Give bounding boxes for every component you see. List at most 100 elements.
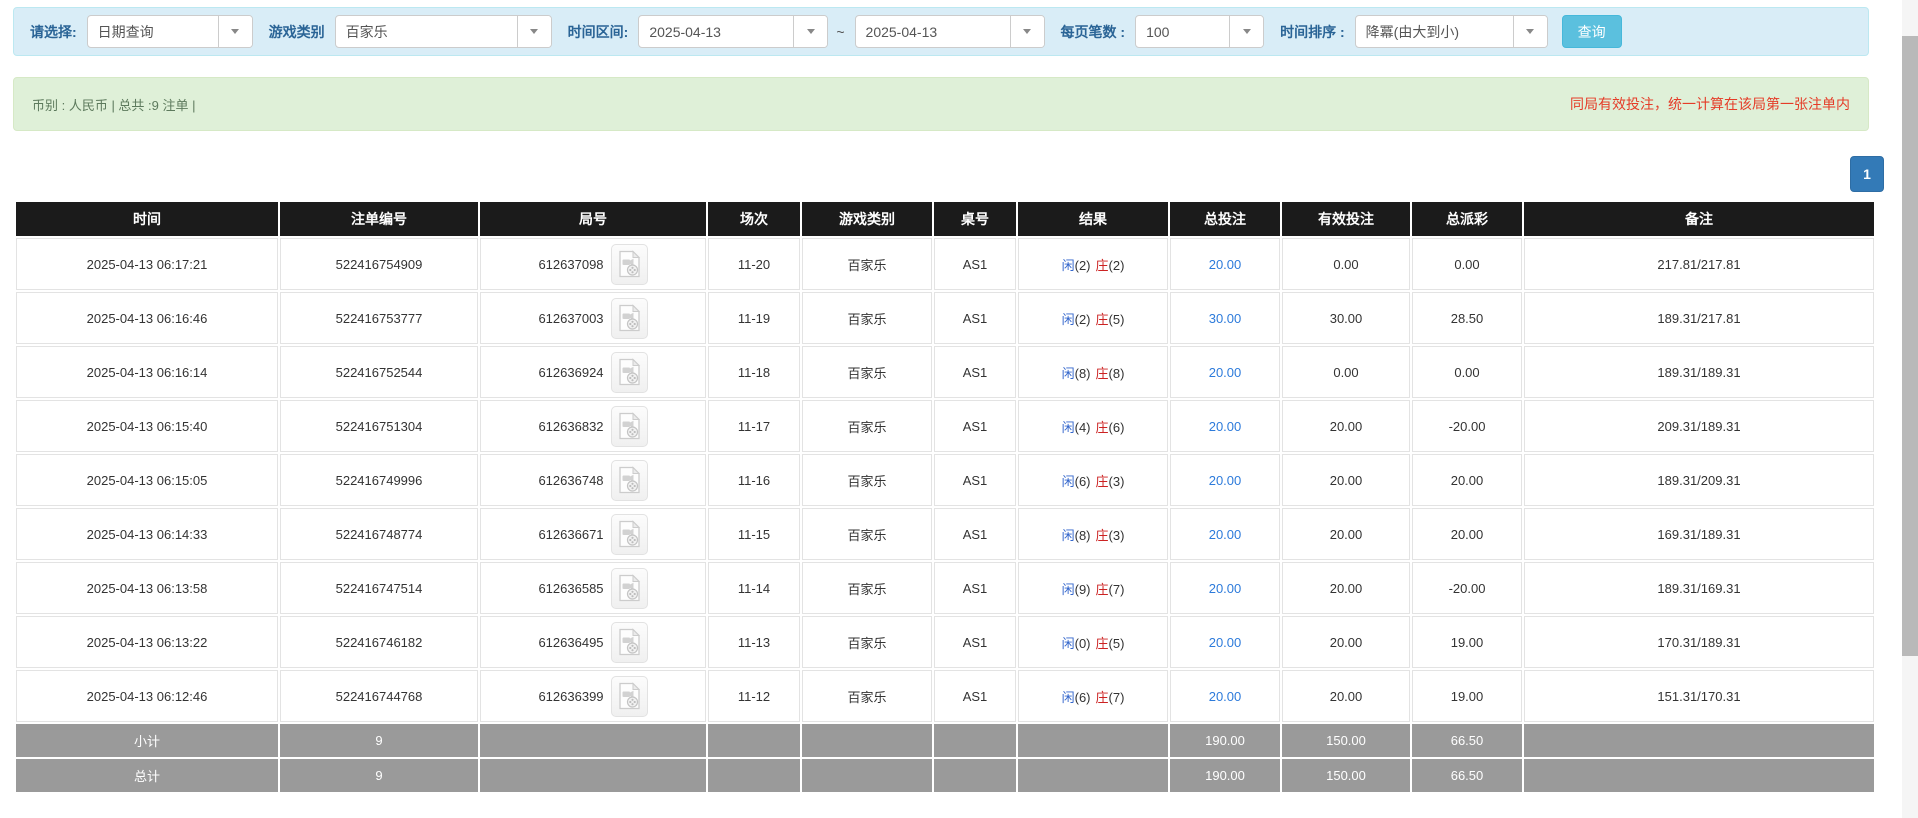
total-bet-link[interactable]: 20.00 — [1209, 689, 1242, 704]
round-number: 612636399 — [538, 689, 603, 704]
cell-session: 11-15 — [708, 508, 800, 560]
total-bet-link[interactable]: 20.00 — [1209, 473, 1242, 488]
time-range-label: 时间区间: — [568, 22, 629, 42]
video-replay-button[interactable] — [611, 676, 648, 717]
sort-order-dropdown-button[interactable] — [1513, 16, 1547, 47]
sort-order-label: 时间排序 : — [1280, 22, 1345, 42]
col-header-result: 结果 — [1018, 202, 1168, 236]
cell-payout: -20.00 — [1412, 400, 1522, 452]
video-file-icon — [618, 358, 641, 386]
result-player-label: 闲 — [1062, 636, 1075, 651]
pagination-page-1-button[interactable]: 1 — [1850, 156, 1884, 192]
chevron-down-icon — [1023, 29, 1031, 34]
vertical-scrollbar-track[interactable] — [1902, 0, 1918, 818]
col-header-total-bet: 总投注 — [1170, 202, 1280, 236]
cell-remark: 217.81/217.81 — [1524, 238, 1874, 290]
col-header-round: 局号 — [480, 202, 706, 236]
total-bet-link[interactable]: 20.00 — [1209, 581, 1242, 596]
subtotal-valid-bet: 150.00 — [1282, 724, 1410, 757]
cell-total-bet: 20.00 — [1170, 670, 1280, 722]
round-number: 612636924 — [538, 365, 603, 380]
round-number: 612636585 — [538, 581, 603, 596]
total-count: 9 — [280, 759, 478, 792]
page-size-select[interactable]: 100 — [1135, 15, 1264, 48]
video-replay-button[interactable] — [611, 460, 648, 501]
cell-bet-id: 522416747514 — [280, 562, 478, 614]
cell-time: 2025-04-13 06:16:46 — [16, 292, 278, 344]
total-total-bet: 190.00 — [1170, 759, 1280, 792]
video-replay-button[interactable] — [611, 622, 648, 663]
video-replay-button[interactable] — [611, 514, 648, 555]
total-bet-link[interactable]: 20.00 — [1209, 419, 1242, 434]
cell-remark: 209.31/189.31 — [1524, 400, 1874, 452]
total-bet-link[interactable]: 20.00 — [1209, 635, 1242, 650]
cell-payout: -20.00 — [1412, 562, 1522, 614]
cell-round: 612636399 — [480, 670, 706, 722]
game-type-label: 游戏类别 — [269, 22, 325, 42]
chevron-down-icon — [231, 29, 239, 34]
date-from-input[interactable]: 2025-04-13 — [638, 15, 828, 48]
cell-bet-id: 522416749996 — [280, 454, 478, 506]
cell-bet-id: 522416753777 — [280, 292, 478, 344]
result-banker-label: 庄 — [1096, 636, 1109, 651]
col-header-time: 时间 — [16, 202, 278, 236]
cell-total-bet: 20.00 — [1170, 508, 1280, 560]
cell-game: 百家乐 — [802, 292, 932, 344]
game-type-select[interactable]: 百家乐 — [335, 15, 552, 48]
query-type-select[interactable]: 日期查询 — [87, 15, 253, 48]
video-replay-button[interactable] — [611, 352, 648, 393]
col-header-payout: 总派彩 — [1412, 202, 1522, 236]
date-to-dropdown-button[interactable] — [1010, 16, 1044, 47]
date-to-input[interactable]: 2025-04-13 — [855, 15, 1045, 48]
cell-game: 百家乐 — [802, 508, 932, 560]
video-file-icon — [618, 250, 641, 278]
page-size-dropdown-button[interactable] — [1229, 16, 1263, 47]
cell-remark: 189.31/209.31 — [1524, 454, 1874, 506]
cell-remark: 189.31/189.31 — [1524, 346, 1874, 398]
cell-round: 612636748 — [480, 454, 706, 506]
video-replay-button[interactable] — [611, 244, 648, 285]
cell-table-no: AS1 — [934, 508, 1016, 560]
sort-order-select[interactable]: 降冪(由大到小) — [1355, 15, 1548, 48]
total-row: 总计 9 190.00 150.00 66.50 — [16, 759, 1874, 792]
cell-remark: 189.31/169.31 — [1524, 562, 1874, 614]
video-replay-button[interactable] — [611, 568, 648, 609]
page-size-value: 100 — [1136, 16, 1229, 47]
video-replay-button[interactable] — [611, 406, 648, 447]
cell-total-bet: 20.00 — [1170, 346, 1280, 398]
search-button[interactable]: 查询 — [1562, 15, 1622, 48]
date-from-dropdown-button[interactable] — [793, 16, 827, 47]
video-replay-button[interactable] — [611, 298, 648, 339]
vertical-scrollbar-thumb[interactable] — [1902, 36, 1918, 656]
col-header-valid-bet: 有效投注 — [1282, 202, 1410, 236]
game-type-dropdown-button[interactable] — [517, 16, 551, 47]
cell-payout: 0.00 — [1412, 346, 1522, 398]
cell-result: 闲(8)庄(3) — [1018, 508, 1168, 560]
cell-bet-id: 522416748774 — [280, 508, 478, 560]
result-player-label: 闲 — [1062, 690, 1075, 705]
table-row: 2025-04-13 06:16:46 522416753777 6126370… — [16, 292, 1874, 344]
cell-payout: 0.00 — [1412, 238, 1522, 290]
date-range-separator: ~ — [836, 24, 844, 40]
result-player-label: 闲 — [1062, 312, 1075, 327]
result-banker-label: 庄 — [1096, 528, 1109, 543]
cell-valid-bet: 20.00 — [1282, 454, 1410, 506]
total-bet-link[interactable]: 20.00 — [1209, 365, 1242, 380]
cell-payout: 28.50 — [1412, 292, 1522, 344]
total-bet-link[interactable]: 20.00 — [1209, 527, 1242, 542]
video-file-icon — [618, 520, 641, 548]
total-bet-link[interactable]: 20.00 — [1209, 257, 1242, 272]
date-to-value: 2025-04-13 — [856, 16, 1010, 47]
query-type-value: 日期查询 — [88, 16, 218, 47]
cell-payout: 19.00 — [1412, 616, 1522, 668]
cell-session: 11-20 — [708, 238, 800, 290]
cell-valid-bet: 0.00 — [1282, 238, 1410, 290]
cell-payout: 19.00 — [1412, 670, 1522, 722]
table-body: 2025-04-13 06:17:21 522416754909 6126370… — [16, 238, 1874, 722]
subtotal-row: 小计 9 190.00 150.00 66.50 — [16, 724, 1874, 757]
query-type-dropdown-button[interactable] — [218, 16, 252, 47]
total-bet-link[interactable]: 30.00 — [1209, 311, 1242, 326]
cell-table-no: AS1 — [934, 670, 1016, 722]
round-number: 612637098 — [538, 257, 603, 272]
cell-time: 2025-04-13 06:17:21 — [16, 238, 278, 290]
